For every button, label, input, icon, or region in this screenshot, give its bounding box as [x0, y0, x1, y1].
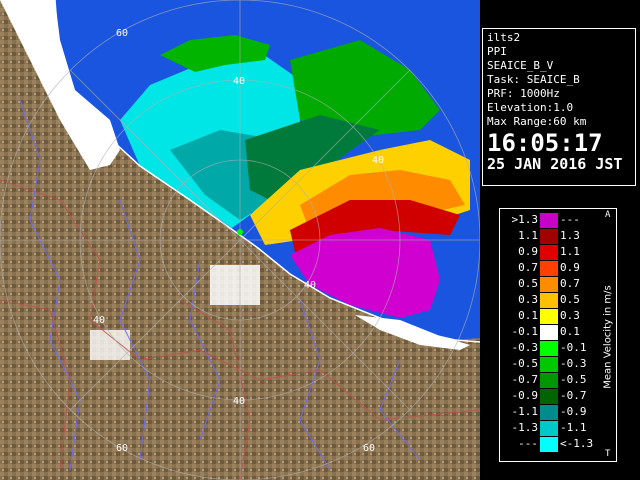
legend-upper-bound: 0.5: [560, 293, 580, 306]
legend-upper-bound: ---: [560, 213, 580, 226]
legend-upper-bound: -1.1: [560, 421, 587, 434]
legend-swatch: [540, 261, 558, 276]
legend-lower-bound: -0.5: [511, 357, 539, 370]
legend-lower-bound: -1.1: [511, 405, 539, 418]
legend-swatch: [540, 277, 558, 292]
legend-swatch: [540, 325, 558, 340]
legend-swatch: [540, 309, 558, 324]
radar-ppi-map: 40 60 40 40 40 60 40 60: [0, 0, 480, 480]
ring-label: 40: [304, 280, 316, 291]
ring-label: 40: [93, 315, 105, 326]
legend-lower-bound: 0.3: [518, 293, 538, 306]
site-name: ilts2: [487, 31, 521, 44]
legend-upper-bound: 0.7: [560, 277, 580, 290]
legend-upper-bound: -0.9: [560, 405, 587, 418]
max-range-value: Max Range:60 km: [487, 115, 587, 128]
ring-label: 60: [116, 443, 128, 454]
parameter-name: SEAICE_B_V: [487, 59, 554, 72]
scan-date: 25 JAN 2016 JST: [487, 155, 623, 173]
legend-swatch: [540, 437, 558, 452]
legend-lower-bound: 0.9: [518, 245, 538, 258]
legend-lower-bound: 0.5: [518, 277, 538, 290]
legend-swatch: [540, 373, 558, 388]
legend-upper-bound: 0.3: [560, 309, 580, 322]
range-rings: [0, 0, 480, 480]
legend-swatch: [540, 293, 558, 308]
legend-swatch: [540, 389, 558, 404]
legend-lower-bound: -1.3: [511, 421, 539, 434]
legend-upper-bound: -0.5: [560, 373, 587, 386]
legend-upper-bound: -0.1: [560, 341, 587, 354]
elevation-value: Elevation:1.0: [487, 101, 574, 114]
legend-swatch: [540, 405, 558, 420]
velocity-legend: >1.3 --- 1.1 1.3 0.9 1.1 0.7 0.9 0.5 0.7 0.3 0.5 0.1…: [499, 208, 617, 462]
legend-upper-bound: -0.3: [560, 357, 587, 370]
legend-upper-bound: 0.1: [560, 325, 580, 338]
legend-swatch: [540, 245, 558, 260]
legend-lower-bound: 0.7: [518, 261, 538, 274]
legend-lower-bound: >1.3: [511, 213, 539, 226]
ring-label: 40: [233, 76, 245, 87]
legend-lower-bound: 0.1: [518, 309, 538, 322]
legend-upper-bound: 0.9: [560, 261, 580, 274]
product-type: PPI: [487, 45, 507, 58]
legend-lower-bound: -0.7: [511, 373, 539, 386]
legend-lower-bound: 1.1: [518, 229, 538, 242]
legend-swatch: [540, 421, 558, 436]
ring-label: 40: [372, 155, 384, 166]
legend-lower-bound: -0.3: [511, 341, 539, 354]
legend-swatch: [540, 229, 558, 244]
ring-label: 60: [116, 28, 128, 39]
legend-upper-bound: 1.3: [560, 229, 580, 242]
legend-upper-bound: -0.7: [560, 389, 587, 402]
ring-label: 60: [363, 443, 375, 454]
legend-corner-top: A: [605, 210, 611, 220]
legend-lower-bound: -0.1: [511, 325, 539, 338]
legend-upper-bound: <-1.3: [560, 437, 594, 450]
legend-title: Mean Velocity in m/s: [602, 285, 614, 389]
task-name: Task: SEAICE_B: [487, 73, 580, 86]
radar-site-marker: [237, 229, 243, 235]
prf-value: PRF: 1000Hz: [487, 87, 560, 100]
scan-time: 16:05:17: [487, 129, 603, 157]
snow-patch: [210, 265, 260, 305]
legend-lower-bound: ---: [518, 437, 538, 450]
legend-swatch: [540, 213, 558, 228]
legend-swatch: [540, 357, 558, 372]
legend-swatch: [540, 341, 558, 356]
legend-lower-bound: -0.9: [511, 389, 539, 402]
radar-info-panel: ilts2 PPI SEAICE_B_V Task: SEAICE_B PRF:…: [482, 28, 636, 186]
legend-upper-bound: 1.1: [560, 245, 580, 258]
ring-label: 40: [233, 396, 245, 407]
legend-corner-bottom: T: [605, 449, 611, 459]
